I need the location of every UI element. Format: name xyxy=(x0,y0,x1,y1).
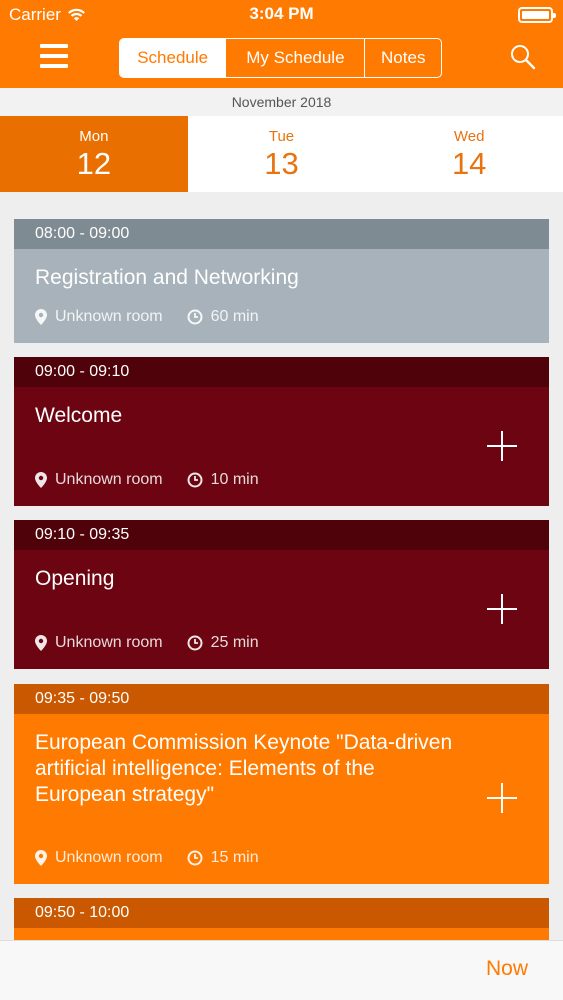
day-number: 12 xyxy=(76,146,112,181)
session-duration: 25 min xyxy=(210,634,259,651)
session-title: Opening xyxy=(35,567,115,590)
session-time: 09:50 - 10:00 xyxy=(14,898,549,928)
status-time: 3:04 PM xyxy=(249,4,314,23)
location-pin-icon xyxy=(35,850,47,866)
session-meta: Unknown room 60 min xyxy=(35,308,259,326)
session-title: European Commission Keynote "Data-driven… xyxy=(35,731,453,806)
session-time: 08:00 - 09:00 xyxy=(14,219,549,249)
session-title: Registration and Networking xyxy=(35,266,299,289)
session-room: Unknown room xyxy=(55,308,163,325)
clock-icon xyxy=(187,635,203,651)
day-name: Tue xyxy=(268,128,295,145)
session-card[interactable]: 08:00 - 09:00 Registration and Networkin… xyxy=(14,219,549,343)
session-meta: Unknown room 25 min xyxy=(35,634,259,652)
session-card[interactable]: 09:10 - 09:35 Opening Unknown room 25 mi… xyxy=(14,520,549,669)
day-wed[interactable]: Wed 14 xyxy=(375,116,563,192)
add-to-schedule-button[interactable] xyxy=(487,594,517,624)
app-header: Carrier 3:04 PM Schedule My Schedule Not… xyxy=(0,0,563,88)
tab-my-schedule[interactable]: My Schedule xyxy=(226,39,366,77)
day-name: Mon xyxy=(79,128,109,145)
session-meta: Unknown room 15 min xyxy=(35,849,259,867)
tab-schedule[interactable]: Schedule xyxy=(120,39,227,77)
view-segmented-control: Schedule My Schedule Notes xyxy=(119,38,442,78)
add-to-schedule-button[interactable] xyxy=(487,431,517,461)
add-to-schedule-button[interactable] xyxy=(487,783,517,813)
location-pin-icon xyxy=(35,635,47,651)
day-picker: Mon 12 Tue 13 Wed 14 xyxy=(0,116,563,192)
session-meta: Unknown room 10 min xyxy=(35,471,259,489)
day-mon[interactable]: Mon 12 xyxy=(0,116,188,192)
hamburger-menu-icon[interactable] xyxy=(40,44,68,68)
clock-icon xyxy=(187,850,203,866)
session-time: 09:35 - 09:50 xyxy=(14,684,549,714)
day-number: 13 xyxy=(264,146,299,181)
session-room: Unknown room xyxy=(55,471,163,488)
tab-notes[interactable]: Notes xyxy=(365,39,441,77)
day-tue[interactable]: Tue 13 xyxy=(188,116,376,192)
clock-icon xyxy=(187,472,203,488)
bottom-toolbar: Now xyxy=(0,940,563,1000)
session-room: Unknown room xyxy=(55,634,163,651)
session-title: Welcome xyxy=(35,404,123,427)
status-bar: Carrier 3:04 PM xyxy=(0,0,563,30)
session-duration: 60 min xyxy=(210,308,259,325)
session-room: Unknown room xyxy=(55,849,163,866)
now-button[interactable]: Now xyxy=(486,957,528,981)
session-card[interactable]: 09:35 - 09:50 European Commission Keynot… xyxy=(14,684,549,884)
session-duration: 10 min xyxy=(210,471,259,488)
search-icon[interactable] xyxy=(510,44,536,70)
clock-icon xyxy=(187,309,203,325)
session-card[interactable]: 09:00 - 09:10 Welcome Unknown room 10 mi… xyxy=(14,357,549,506)
session-time: 09:10 - 09:35 xyxy=(14,520,549,550)
session-time: 09:00 - 09:10 xyxy=(14,357,549,387)
month-label: November 2018 xyxy=(0,88,563,116)
day-number: 14 xyxy=(451,146,487,181)
battery-icon xyxy=(518,7,556,23)
day-name: Wed xyxy=(453,128,485,145)
session-duration: 15 min xyxy=(210,849,259,866)
location-pin-icon xyxy=(35,472,47,488)
location-pin-icon xyxy=(35,309,47,325)
